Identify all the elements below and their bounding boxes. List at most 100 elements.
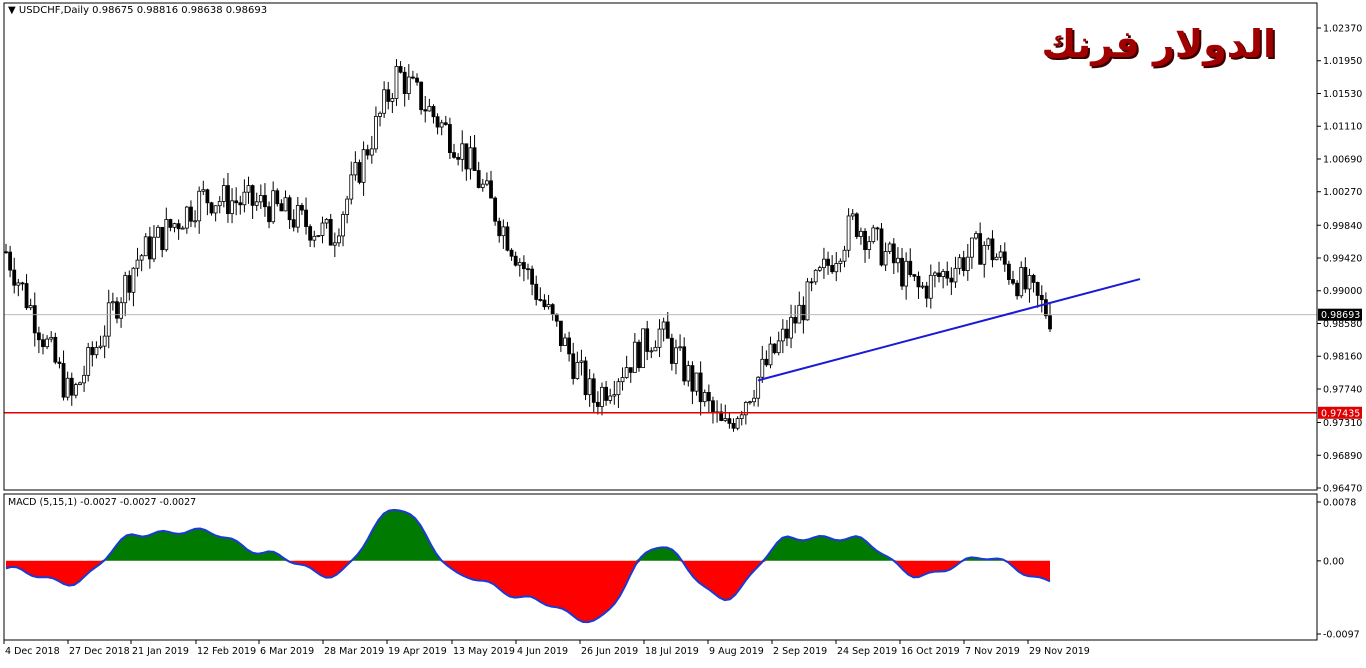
candle[interactable] bbox=[332, 232, 337, 258]
candle[interactable] bbox=[530, 265, 535, 296]
candle[interactable] bbox=[526, 263, 530, 280]
candle[interactable] bbox=[189, 200, 193, 228]
candle[interactable] bbox=[883, 242, 888, 272]
trendline[interactable] bbox=[757, 278, 1141, 382]
candle[interactable] bbox=[1006, 260, 1011, 285]
candle[interactable] bbox=[982, 241, 987, 278]
candle[interactable] bbox=[304, 197, 308, 235]
candle[interactable] bbox=[698, 361, 703, 416]
candle[interactable] bbox=[546, 294, 551, 310]
candle[interactable] bbox=[809, 277, 814, 292]
candle[interactable] bbox=[102, 325, 107, 359]
candle[interactable] bbox=[16, 278, 21, 297]
candle[interactable] bbox=[612, 380, 617, 405]
candle[interactable] bbox=[197, 186, 202, 234]
candle[interactable] bbox=[521, 255, 526, 282]
candle[interactable] bbox=[45, 335, 50, 350]
candle[interactable] bbox=[448, 117, 452, 160]
candle[interactable] bbox=[320, 216, 325, 244]
candle[interactable] bbox=[550, 303, 555, 321]
candle[interactable] bbox=[78, 381, 82, 386]
candle[interactable] bbox=[365, 144, 370, 160]
candle[interactable] bbox=[871, 224, 876, 244]
candle[interactable] bbox=[468, 135, 473, 180]
candle[interactable] bbox=[949, 267, 954, 295]
candle[interactable] bbox=[242, 179, 247, 213]
candle[interactable] bbox=[1035, 281, 1040, 308]
candle[interactable] bbox=[994, 253, 999, 261]
candle[interactable] bbox=[431, 104, 436, 124]
candle[interactable] bbox=[271, 181, 276, 224]
candle[interactable] bbox=[567, 331, 572, 362]
candle[interactable] bbox=[501, 219, 506, 249]
candle[interactable] bbox=[674, 339, 678, 375]
candle[interactable] bbox=[702, 389, 707, 407]
candle[interactable] bbox=[324, 217, 329, 229]
candle[interactable] bbox=[838, 258, 843, 273]
candle[interactable] bbox=[563, 333, 567, 347]
candle[interactable] bbox=[378, 111, 382, 127]
candle[interactable] bbox=[637, 339, 641, 372]
candle[interactable] bbox=[390, 93, 395, 114]
candle[interactable] bbox=[353, 151, 358, 181]
candle[interactable] bbox=[628, 367, 633, 383]
candle[interactable] bbox=[205, 188, 210, 216]
candle[interactable] bbox=[98, 335, 103, 350]
candle[interactable] bbox=[826, 251, 830, 275]
candle[interactable] bbox=[82, 365, 86, 392]
candle[interactable] bbox=[961, 250, 966, 277]
candle[interactable] bbox=[41, 333, 45, 355]
candle[interactable] bbox=[912, 274, 917, 282]
candle[interactable] bbox=[867, 235, 872, 259]
candle[interactable] bbox=[147, 226, 152, 269]
candle[interactable] bbox=[937, 261, 941, 283]
candle[interactable] bbox=[916, 271, 921, 299]
candle[interactable] bbox=[505, 221, 510, 252]
candle[interactable] bbox=[419, 81, 424, 115]
candle[interactable] bbox=[727, 412, 732, 429]
candle[interactable] bbox=[61, 350, 66, 401]
candle[interactable] bbox=[760, 345, 765, 383]
candle[interactable] bbox=[990, 230, 995, 268]
candle[interactable] bbox=[908, 248, 913, 278]
candle[interactable] bbox=[974, 231, 978, 240]
candle[interactable] bbox=[90, 341, 95, 367]
candle[interactable] bbox=[382, 81, 387, 118]
candle[interactable] bbox=[489, 170, 493, 199]
candle[interactable] bbox=[764, 350, 769, 367]
candle[interactable] bbox=[279, 199, 284, 212]
candle[interactable] bbox=[20, 281, 25, 291]
candle[interactable] bbox=[834, 252, 839, 282]
candle[interactable] bbox=[263, 183, 267, 217]
candle[interactable] bbox=[452, 143, 456, 159]
candle[interactable] bbox=[394, 59, 399, 106]
candle[interactable] bbox=[752, 389, 756, 407]
candle[interactable] bbox=[411, 70, 415, 80]
candle[interactable] bbox=[291, 209, 296, 232]
candle[interactable] bbox=[817, 265, 822, 273]
candle[interactable] bbox=[957, 254, 962, 275]
candle[interactable] bbox=[924, 281, 929, 308]
candle[interactable] bbox=[328, 213, 333, 246]
candle[interactable] bbox=[850, 208, 855, 221]
candle[interactable] bbox=[234, 187, 239, 216]
candle[interactable] bbox=[624, 355, 629, 379]
candle[interactable] bbox=[715, 400, 719, 423]
candle[interactable] bbox=[349, 161, 354, 205]
candle[interactable] bbox=[863, 228, 867, 263]
candle[interactable] bbox=[920, 282, 925, 290]
candle[interactable] bbox=[1048, 303, 1052, 333]
candle[interactable] bbox=[875, 226, 880, 241]
candle[interactable] bbox=[110, 292, 115, 311]
candle[interactable] bbox=[106, 289, 111, 349]
candle[interactable] bbox=[246, 176, 251, 204]
candle[interactable] bbox=[1027, 268, 1032, 303]
candle[interactable] bbox=[460, 130, 465, 172]
candle[interactable] bbox=[443, 115, 448, 126]
candle[interactable] bbox=[308, 224, 313, 247]
candle[interactable] bbox=[986, 237, 991, 250]
candle[interactable] bbox=[36, 326, 41, 354]
candle[interactable] bbox=[513, 251, 518, 267]
candle[interactable] bbox=[65, 371, 70, 401]
candle[interactable] bbox=[94, 341, 99, 359]
